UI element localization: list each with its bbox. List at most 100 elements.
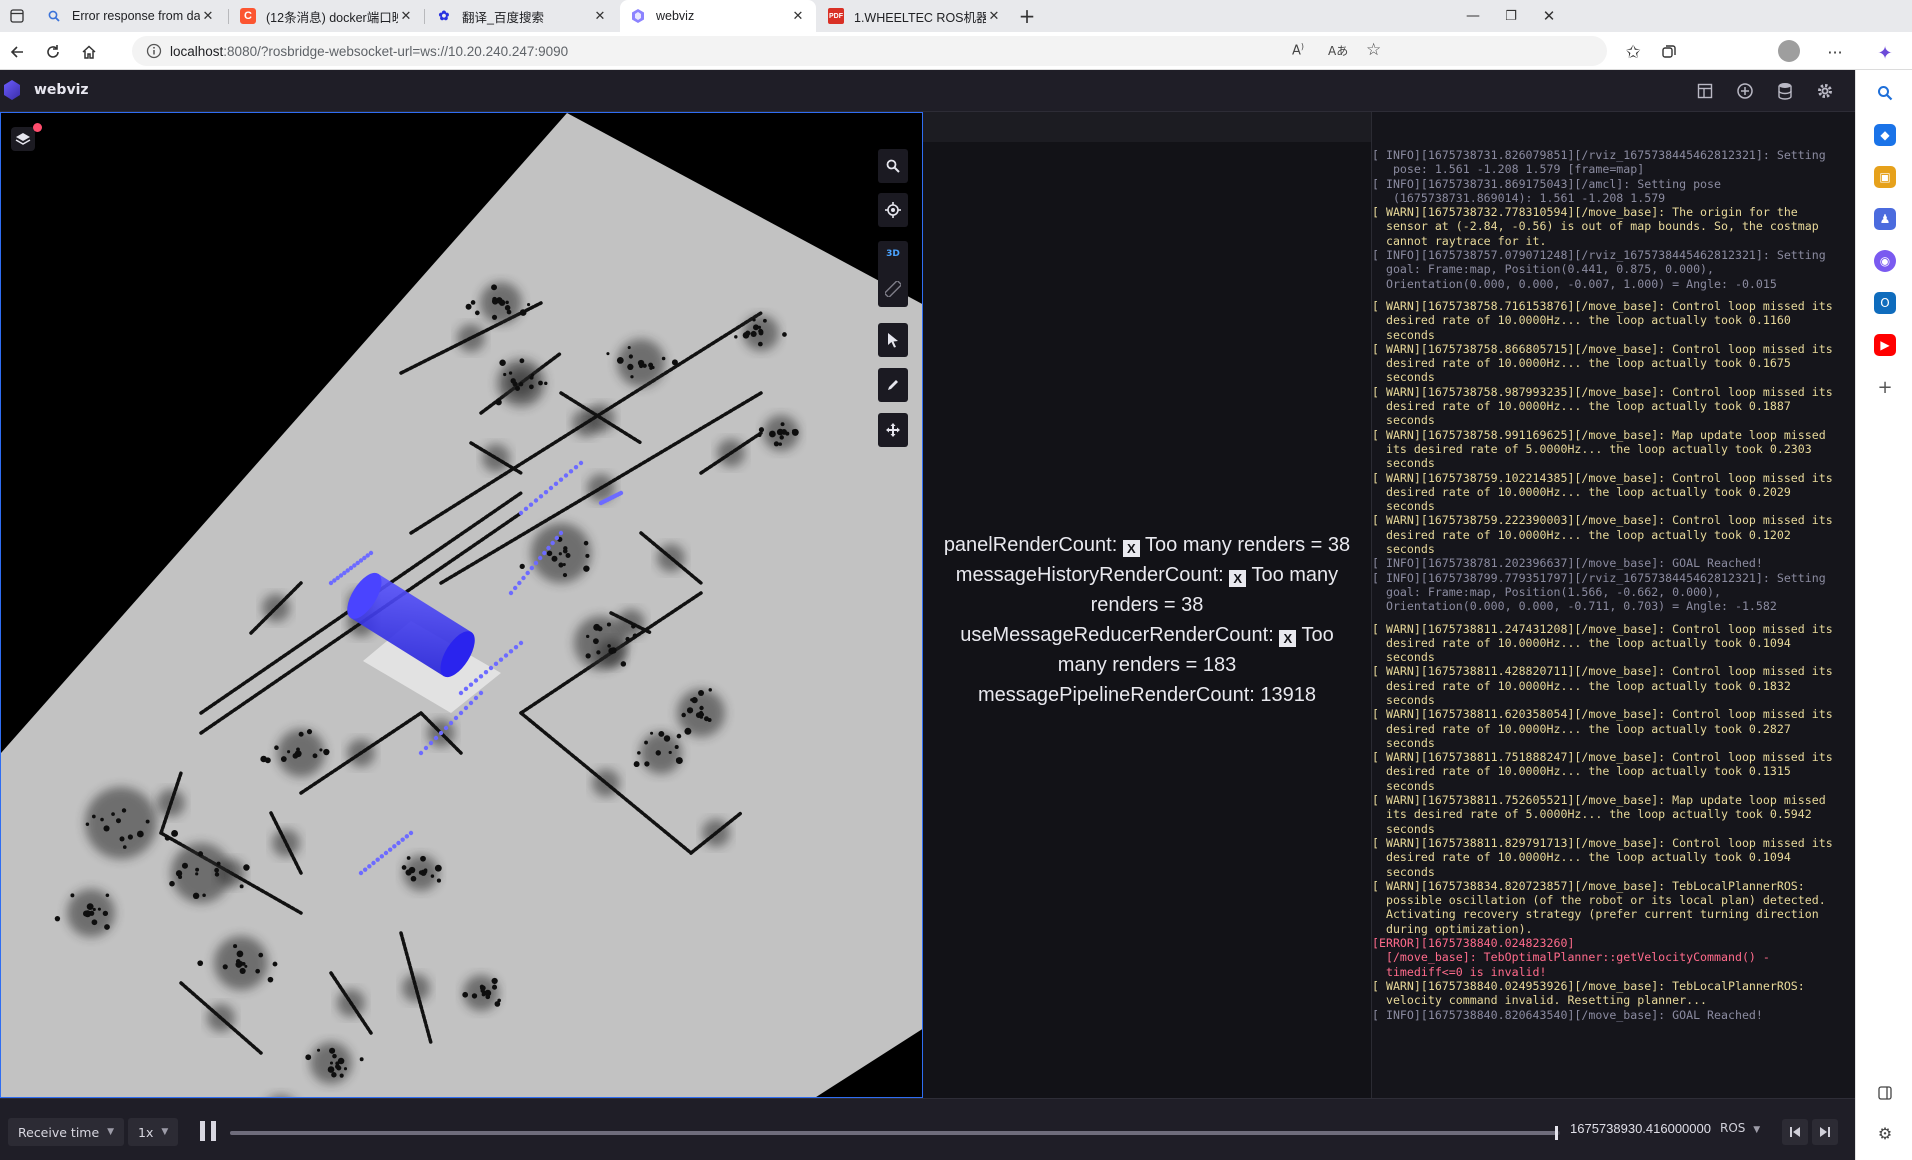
laser-point [438, 730, 444, 736]
laser-point [533, 498, 539, 503]
window-close-button[interactable]: ✕ [1536, 3, 1562, 29]
speed-select[interactable]: 1x ▼ [128, 1118, 179, 1146]
laser-point [554, 535, 560, 541]
sidebar-search-icon[interactable] [1874, 82, 1896, 104]
select-tool-button[interactable] [878, 323, 908, 357]
close-icon[interactable]: ✕ [790, 8, 806, 24]
sidebar-settings-icon[interactable]: ⚙ [1874, 1122, 1896, 1144]
log-list: [ INFO][1675738731.826079851][/rviz_1675… [1372, 148, 1855, 1022]
rosout-log-panel[interactable]: [ INFO][1675738731.826079851][/rviz_1675… [1371, 112, 1855, 1098]
map-obstacle-core [411, 868, 415, 873]
map-obstacle-core [544, 381, 548, 386]
map-obstacle-core [470, 300, 476, 305]
youtube-icon[interactable]: ▶ [1874, 334, 1896, 356]
laser-point [404, 834, 410, 839]
laser-point [513, 644, 519, 650]
laser-point [523, 506, 529, 512]
browser-tab-1[interactable]: Error response from daemon: dr ✕ [36, 0, 226, 32]
profile-avatar[interactable] [1776, 38, 1802, 64]
pause-button[interactable] [200, 1121, 218, 1141]
map-obstacle-core [197, 960, 204, 967]
map-obstacle-core [656, 751, 661, 755]
browser-tab-5[interactable]: PDF 1.WHEELTEC ROS机器人功能使用 ✕ [818, 0, 1012, 32]
laser-point [542, 550, 547, 556]
3d-toggle-button[interactable]: 3D [878, 249, 908, 259]
map-obstacle-core [85, 822, 90, 826]
map-obstacle-core [700, 712, 705, 717]
add-panel-icon[interactable] [1733, 80, 1757, 102]
layout-icon[interactable] [1693, 80, 1717, 102]
browser-tab-3[interactable]: ✿ 翻译_百度搜索 ✕ [426, 0, 618, 32]
map-obstacle-core [627, 346, 631, 350]
close-icon[interactable]: ✕ [398, 8, 414, 24]
map-obstacle-core [243, 864, 250, 871]
map-obstacle-core [423, 869, 428, 874]
home-button[interactable] [76, 39, 102, 65]
map-obstacle-core [565, 553, 571, 558]
seek-backward-button[interactable] [1782, 1119, 1808, 1145]
tab-actions-icon[interactable] [4, 3, 30, 29]
back-button[interactable] [4, 39, 30, 65]
follow-target-button[interactable] [878, 193, 908, 227]
games-icon[interactable]: ♟ [1874, 208, 1896, 230]
playback-scrubber[interactable] [1555, 1126, 1558, 1140]
collections-icon[interactable] [1656, 39, 1682, 65]
laser-point [392, 844, 397, 849]
address-bar[interactable]: localhost:8080/?rosbridge-websocket-url=… [132, 36, 1607, 66]
map-obstacle-core [585, 653, 591, 659]
draw-tool-button[interactable] [878, 368, 908, 402]
map-obstacle-core [505, 300, 509, 305]
tools-icon[interactable]: ▣ [1874, 166, 1896, 188]
map-obstacle-core [420, 855, 426, 862]
app-header: webviz [0, 70, 1855, 112]
close-icon[interactable]: ✕ [592, 8, 608, 24]
laser-point [358, 870, 364, 876]
settings-gear-icon[interactable] [1813, 80, 1837, 102]
map-obstacle-core [558, 562, 564, 568]
close-icon[interactable]: ✕ [200, 8, 216, 24]
time-format-select[interactable]: ROS ▼ [1720, 1121, 1760, 1135]
new-tab-button[interactable]: + [1014, 3, 1040, 29]
map-obstacle-core [484, 989, 492, 997]
copilot-icon[interactable]: ✦ [1874, 42, 1896, 64]
data-source-icon[interactable] [1773, 80, 1797, 102]
map-obstacle-core [121, 808, 127, 813]
browser-tab-2[interactable]: C (12条消息) docker端口映射或启 ✕ [230, 0, 424, 32]
map-obstacle-core [508, 371, 513, 375]
laser-point [498, 657, 504, 662]
map-obstacle-core [70, 893, 75, 898]
time-source-select[interactable]: Receive time ▼ [8, 1118, 125, 1146]
info-icon[interactable] [146, 43, 162, 63]
time-format-value: ROS [1720, 1121, 1746, 1135]
minimize-button[interactable]: — [1460, 3, 1486, 29]
read-aloud-icon[interactable]: A) [1292, 42, 1304, 58]
map-obstacle-core [494, 1001, 501, 1007]
pan-tool-button[interactable] [878, 413, 908, 447]
add-sidebar-app-icon[interactable]: + [1874, 376, 1896, 398]
favorite-add-icon[interactable]: ☆ [1366, 40, 1381, 60]
restore-button[interactable]: ❐ [1498, 3, 1524, 29]
measure-ruler-button[interactable] [883, 279, 903, 301]
laser-point [368, 550, 374, 556]
sidebar-layout-icon[interactable] [1874, 1082, 1896, 1104]
browser-tab-4[interactable]: webviz ✕ [620, 0, 816, 32]
favorites-icon[interactable]: ✩ [1620, 39, 1646, 65]
map-obstacle-core [436, 878, 441, 883]
map-obstacle-core [195, 872, 199, 876]
search-tool-button[interactable] [878, 149, 908, 183]
layers-button[interactable] [11, 127, 35, 151]
close-icon[interactable]: ✕ [986, 8, 1002, 24]
more-menu-icon[interactable]: ··· [1822, 39, 1848, 65]
shopping-icon[interactable]: ◆ [1874, 124, 1896, 146]
occupancy-map[interactable] [1, 113, 923, 1098]
office-icon[interactable]: ◉ [1874, 250, 1896, 272]
3d-view-panel[interactable]: 3D [0, 112, 923, 1098]
laser-point [418, 750, 424, 756]
map-obstacle-core [763, 318, 767, 323]
translate-icon[interactable]: Aあ [1328, 42, 1348, 59]
seek-forward-button[interactable] [1812, 1119, 1838, 1145]
map-obstacle-core [91, 919, 98, 926]
outlook-icon[interactable]: O [1874, 292, 1896, 314]
playback-slider[interactable] [230, 1126, 1560, 1140]
reload-button[interactable] [40, 39, 66, 65]
